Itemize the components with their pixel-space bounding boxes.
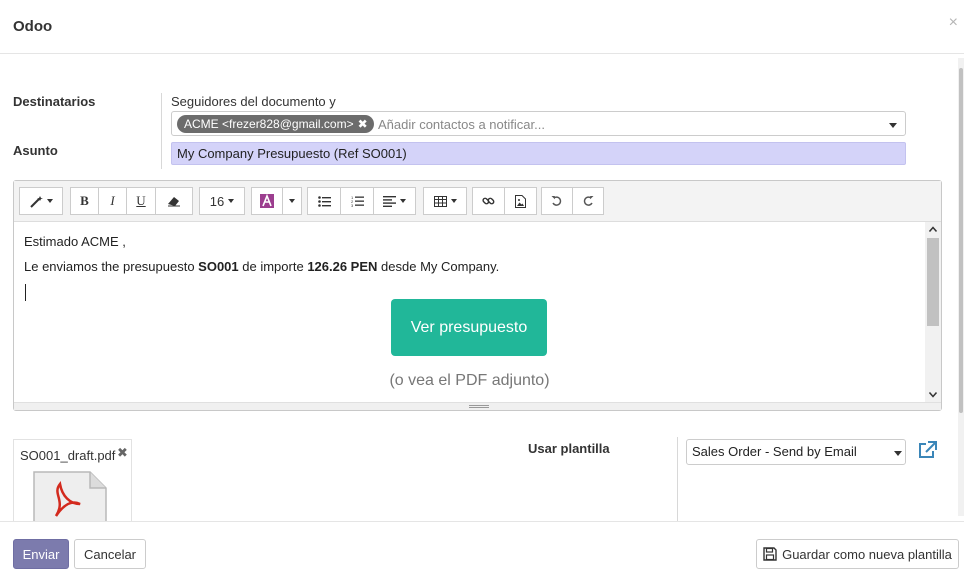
table-dropdown[interactable]	[423, 187, 467, 215]
recipients-label: Destinatarios	[13, 94, 96, 109]
eraser-button[interactable]	[155, 187, 193, 215]
dialog-title: Odoo	[13, 18, 53, 35]
editor-scrollbar[interactable]	[925, 222, 941, 402]
recipient-tag-label: ACME <frezer828@gmail.com>	[184, 117, 354, 131]
editor-content[interactable]: Estimado ACME , Le enviamos the presupue…	[14, 222, 925, 402]
save-as-template-label: Guardar como nueva plantilla	[782, 546, 952, 562]
bold-button[interactable]: B	[70, 187, 99, 215]
body-editor: B I U 16 123 Estimado ACME , Le enviamos…	[13, 180, 942, 411]
attachment-card: SO001_draft.pdf ✖	[13, 439, 132, 529]
redo-icon	[583, 196, 594, 206]
text-cursor	[25, 284, 26, 301]
editor-toolbar: B I U 16 123	[14, 181, 941, 222]
table-icon	[433, 195, 447, 207]
italic-button[interactable]: I	[98, 187, 127, 215]
chevron-down-icon[interactable]	[894, 451, 902, 456]
scroll-up-icon[interactable]	[929, 226, 937, 232]
unordered-list-icon	[317, 195, 331, 207]
link-button[interactable]	[472, 187, 505, 215]
style-dropdown-button[interactable]	[19, 187, 63, 215]
image-button[interactable]	[504, 187, 537, 215]
resize-grip-icon	[469, 405, 489, 408]
subject-label: Asunto	[13, 143, 58, 158]
message-prefix: Le enviamos the presupuesto	[24, 259, 199, 274]
followers-text: Seguidores del documento y	[171, 94, 336, 109]
dialog-header: Odoo ×	[0, 0, 964, 54]
chevron-down-icon[interactable]	[889, 123, 897, 128]
align-left-icon	[383, 195, 396, 207]
dialog-scrollbar[interactable]	[958, 58, 964, 516]
editor-scrollbar-thumb[interactable]	[927, 238, 939, 326]
dialog-footer: Enviar Cancelar Guardar como nueva plant…	[0, 521, 964, 575]
save-as-template-button[interactable]: Guardar como nueva plantilla	[756, 539, 959, 569]
template-divider	[677, 437, 678, 521]
link-icon	[482, 197, 495, 204]
ordered-list-icon: 123	[351, 195, 364, 207]
font-color-button[interactable]	[251, 187, 283, 215]
pdf-note-text: (o vea el PDF adjunto)	[389, 372, 550, 389]
undo-icon	[551, 196, 562, 206]
magic-wand-icon	[29, 195, 43, 208]
order-reference: SO001	[198, 259, 239, 274]
form-divider	[161, 93, 162, 169]
attachment-filename[interactable]: SO001_draft.pdf	[20, 448, 115, 463]
view-quotation-button[interactable]: Ver presupuesto	[391, 299, 547, 356]
save-icon	[763, 547, 777, 561]
order-amount: 126.26 PEN	[307, 259, 378, 274]
remove-recipient-icon[interactable]: ✖	[358, 117, 368, 131]
subject-input[interactable]: My Company Presupuesto (Ref SO001)	[171, 142, 906, 165]
send-button[interactable]: Enviar	[13, 539, 69, 569]
message-middle: de importe	[238, 259, 308, 274]
template-label: Usar plantilla	[528, 441, 610, 456]
cancel-button[interactable]: Cancelar	[74, 539, 146, 569]
underline-button[interactable]: U	[126, 187, 156, 215]
close-icon[interactable]: ×	[949, 14, 958, 32]
svg-text:3: 3	[351, 203, 354, 207]
font-size-value: 16	[209, 193, 225, 209]
undo-button[interactable]	[541, 187, 573, 215]
message-suffix: desde My Company.	[377, 259, 500, 274]
greeting-text: Estimado ACME ,	[24, 234, 126, 249]
font-size-dropdown[interactable]: 16	[199, 187, 245, 215]
ordered-list-button[interactable]: 123	[340, 187, 374, 215]
template-select[interactable]: Sales Order - Send by Email	[686, 439, 906, 465]
external-link-icon[interactable]	[917, 441, 937, 459]
editor-resize-handle[interactable]	[14, 402, 941, 410]
message-line: Le enviamos the presupuesto SO001 de imp…	[24, 259, 499, 274]
paragraph-align-dropdown[interactable]	[373, 187, 416, 215]
dialog-scrollbar-thumb[interactable]	[959, 68, 963, 413]
recipients-input[interactable]	[376, 115, 856, 133]
image-icon	[515, 194, 526, 208]
font-color-icon	[260, 194, 274, 208]
eraser-icon	[168, 197, 180, 207]
template-selected-value: Sales Order - Send by Email	[692, 444, 857, 459]
unordered-list-button[interactable]	[307, 187, 341, 215]
remove-attachment-icon[interactable]: ✖	[117, 445, 128, 461]
redo-button[interactable]	[572, 187, 604, 215]
recipient-tag: ACME <frezer828@gmail.com> ✖	[177, 115, 374, 133]
scroll-down-icon[interactable]	[929, 392, 937, 398]
recipients-field[interactable]: ACME <frezer828@gmail.com> ✖	[171, 111, 906, 136]
font-color-dropdown[interactable]	[282, 187, 302, 215]
